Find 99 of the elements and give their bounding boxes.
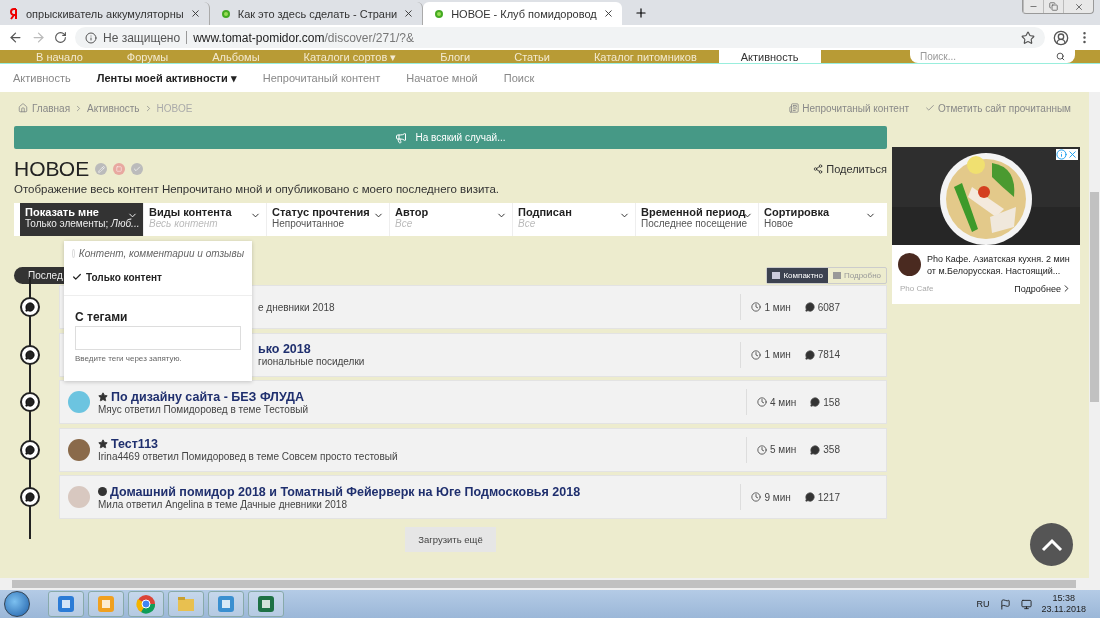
topic-meta: Irina4469 ответил Помидоровед в теме Совсем просто тестовый	[98, 451, 399, 462]
start-button[interactable]	[4, 591, 30, 617]
last-reply-time: 5 мин	[770, 444, 797, 455]
close-icon[interactable]	[189, 8, 201, 19]
filter-menu[interactable]: Показать мне Только элементы; Люб...	[20, 203, 143, 236]
speech-bubble-icon	[804, 349, 815, 360]
search-icon[interactable]	[1056, 52, 1065, 61]
network-icon[interactable]	[1020, 598, 1032, 610]
home-icon[interactable]	[18, 103, 28, 113]
clock-icon	[751, 302, 762, 312]
last-reply-time: 9 мин	[764, 491, 791, 503]
sub-nav-item[interactable]: Активность	[13, 72, 71, 84]
reload-icon[interactable]	[54, 31, 67, 44]
reply-count: 6087	[817, 301, 840, 313]
check-icon	[72, 272, 82, 282]
tags-field[interactable]	[75, 326, 241, 350]
vertical-scrollbar[interactable]	[1089, 92, 1100, 578]
topic-title[interactable]: По дизайну сайта - БЕЗ ФЛУДА	[111, 389, 304, 404]
check-icon	[925, 103, 936, 113]
back-icon[interactable]	[8, 30, 23, 45]
topic-row[interactable]: По дизайну сайта - БЕЗ ФЛУДА Мяус ответил Помидоровед в теме Тестовый 4 мин 158	[59, 380, 887, 424]
speech-bubble-icon	[810, 397, 821, 407]
yandex-favicon-icon	[10, 7, 20, 20]
topic-meta: Мяус ответил Помидоровед в теме Тестовый	[98, 403, 309, 415]
topic-row[interactable]: Тест113 Irina4469 ответил Помидоровед в теме Совсем просто тестовый 5 мин 358	[59, 427, 887, 472]
close-icon[interactable]	[403, 8, 415, 19]
announcement-text: На всякий случай...	[415, 132, 506, 143]
topic-meta: Мила ответил Angelina в теме Дачные дневники 2018	[98, 498, 347, 510]
ad-card[interactable]: Pho Кафе. Азиатская кухня. 2 мин от м.Белорусская. Настоящий... Pho Cafe Подробнее	[892, 147, 1080, 304]
topic-row[interactable]: Домашний помидор 2018 и Томатный Фейерверк на Юге Подмосковья 2018 Мила ответил Angelina в теме Дачные дневники 2018 9 мин 1217	[59, 475, 887, 519]
browser-tab[interactable]: НОВОЕ - Клуб помидоровод	[423, 2, 622, 25]
more-link[interactable]: Подробнее	[1014, 283, 1061, 294]
address-bar[interactable]: Не защищено www.tomat-pomidor.com/discover/271/?&	[75, 27, 1045, 48]
profile-icon[interactable]	[1053, 29, 1069, 46]
clock-icon	[757, 397, 767, 407]
star-icon	[98, 391, 108, 402]
taskbar-clock[interactable]: 15:38 23.11.2018	[1041, 593, 1086, 615]
clock-icon	[757, 444, 767, 455]
leaf-favicon-icon	[219, 7, 232, 20]
reply-count: 158	[823, 396, 840, 408]
new-tab-icon[interactable]	[633, 6, 648, 20]
last-reply-time: 1 мин	[764, 349, 791, 360]
tags-hint: Введите теги через запятую.	[75, 354, 183, 363]
tags-heading: С тегами	[75, 310, 129, 324]
close-icon[interactable]	[602, 8, 614, 19]
reply-count: 1217	[817, 491, 840, 503]
browser-app-icon[interactable]	[136, 594, 156, 614]
unread-dot-icon	[98, 487, 107, 496]
topic-title[interactable]: Домашний помидор 2018 и Томатный Фейерверк на Юге Подмосковья 2018	[110, 484, 581, 499]
presentation-app-icon[interactable]	[216, 594, 236, 614]
share-icon	[813, 164, 824, 174]
flag-icon[interactable]	[999, 598, 1011, 610]
browser-e-icon[interactable]	[56, 594, 76, 614]
url-path: /discover/271/?&	[324, 30, 414, 45]
clock-icon	[751, 349, 762, 360]
info-icon[interactable]	[85, 31, 97, 44]
last-reply-time: 4 мин	[770, 396, 797, 408]
topic-title[interactable]: ько 2018	[258, 342, 311, 356]
dropdown-option[interactable]: Контент, комментарии и отзывы	[64, 241, 252, 265]
topic-title[interactable]: Тест113	[111, 437, 159, 451]
topic-meta: е дневники 2018	[258, 301, 336, 313]
leaf-favicon-icon	[433, 7, 446, 20]
info-icon[interactable]	[1056, 149, 1067, 160]
sub-nav-item[interactable]: Поиск	[503, 72, 535, 84]
view-toggle[interactable]: Компактно	[767, 267, 828, 283]
speech-bubble-icon	[804, 492, 815, 502]
clock-icon	[751, 492, 762, 502]
url-host: www.tomat-pomidor.com	[193, 30, 325, 45]
sub-nav-item[interactable]: Начатое мной	[406, 72, 478, 84]
security-label: Не защищено	[103, 30, 181, 45]
back-to-top-button[interactable]	[1030, 523, 1073, 566]
horizontal-scrollbar[interactable]	[0, 578, 1100, 590]
share-link[interactable]: Поделиться	[813, 163, 887, 175]
reply-count: 7814	[817, 349, 840, 360]
ad-source: Pho Cafe	[900, 284, 934, 293]
mail-app-icon[interactable]	[96, 594, 116, 614]
site-nav-item[interactable]: Активность	[718, 50, 821, 63]
speech-bubble-icon	[804, 302, 815, 312]
reply-count: 358	[823, 444, 840, 455]
chevron-up-icon	[1040, 537, 1063, 552]
star-icon	[98, 439, 108, 449]
topic-meta: гиональные посиделки	[258, 356, 366, 367]
sub-nav-item[interactable]: Непрочитаный контент	[262, 72, 381, 84]
sub-nav-item[interactable]: Ленты моей активности ▾	[96, 71, 237, 85]
forward-icon[interactable]	[31, 30, 46, 45]
language-indicator[interactable]: RU	[976, 599, 990, 609]
newspaper-icon	[789, 103, 800, 113]
check-icon[interactable]	[131, 163, 144, 175]
bookmark-star-icon[interactable]	[1021, 30, 1035, 45]
page-description: Отображение весь контент Непрочитано мной и опубликовано с моего последнего визита.	[14, 183, 501, 195]
ad-text[interactable]: Pho Кафе. Азиатская кухня. 2 мин от м.Белорусская. Настоящий...	[927, 253, 1074, 277]
speech-bubble-icon	[810, 444, 821, 455]
last-reply-time: 1 мин	[764, 301, 791, 313]
page-title: НОВОЕ	[14, 157, 90, 181]
search-placeholder: Поиск...	[920, 51, 957, 62]
load-more-button[interactable]: Загрузить ещё	[405, 527, 496, 552]
megaphone-icon	[395, 131, 408, 144]
spreadsheet-app-icon[interactable]	[256, 594, 276, 614]
avatar	[898, 253, 921, 276]
